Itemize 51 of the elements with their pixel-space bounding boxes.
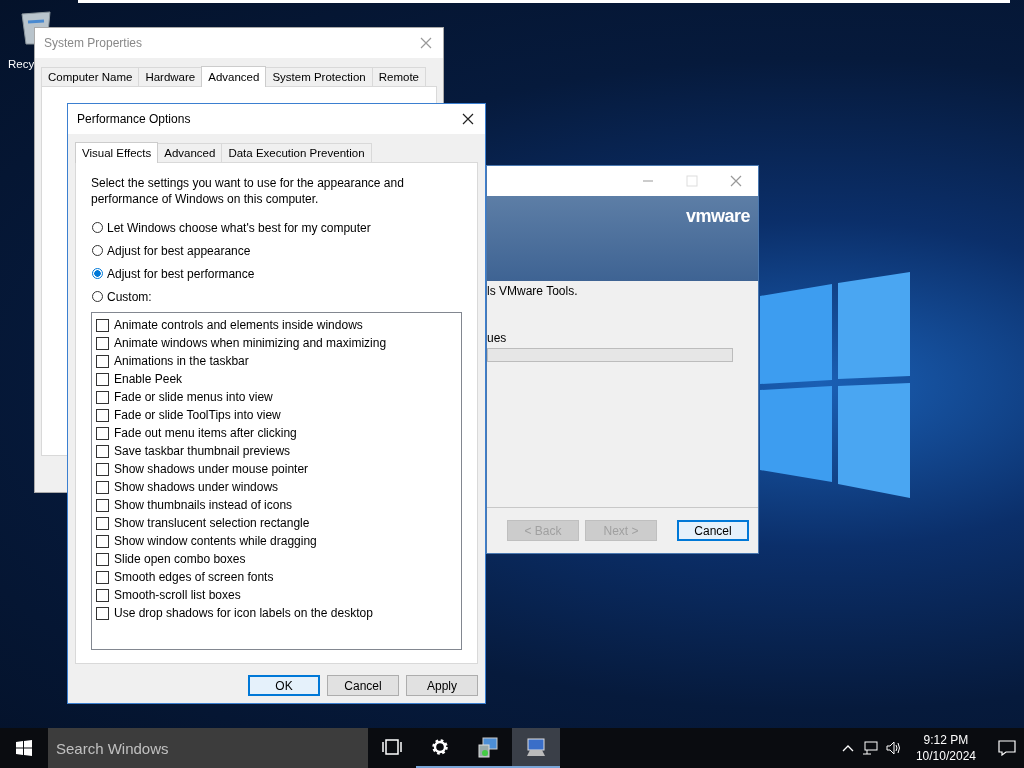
volume-icon[interactable]	[885, 741, 902, 755]
logo: vmware	[685, 206, 750, 227]
checkbox-option[interactable]: Fade out menu items after clicking	[96, 424, 457, 442]
checkbox-option[interactable]: Show shadows under mouse pointer	[96, 460, 457, 478]
checkbox-option[interactable]: Show shadows under windows	[96, 478, 457, 496]
computer-icon	[525, 736, 547, 758]
checkbox-option[interactable]: Enable Peek	[96, 370, 457, 388]
tab[interactable]: Remote	[371, 67, 426, 86]
body-text: ls VMware Tools.	[487, 284, 578, 298]
window-title: System Properties	[44, 36, 143, 50]
notifications-icon[interactable]	[998, 740, 1016, 756]
window-title: Performance Options	[77, 112, 191, 126]
chevron-up-icon[interactable]	[841, 744, 854, 752]
dialog-button[interactable]: OK	[248, 675, 320, 696]
checkbox-option[interactable]: Show window contents while dragging	[96, 532, 457, 550]
radio-option[interactable]: Adjust for best appearance	[92, 242, 462, 259]
radio-option[interactable]: Custom:	[92, 288, 462, 305]
checkbox-option[interactable]: Smooth edges of screen fonts	[96, 568, 457, 586]
network-icon[interactable]	[861, 741, 878, 755]
tab[interactable]: Computer Name	[41, 67, 140, 86]
checkbox-option[interactable]: Save taskbar thumbnail previews	[96, 442, 457, 460]
dialog-button[interactable]: Apply	[406, 675, 478, 696]
search-field[interactable]: Search Windows	[48, 728, 368, 768]
desktop-icon-label[interactable]: Recy	[8, 58, 35, 70]
checkbox-option[interactable]: Animate controls and elements inside windows	[96, 316, 457, 334]
status-text: ues	[487, 331, 507, 345]
checkbox-option[interactable]: Smooth-scroll list boxes	[96, 586, 457, 604]
tab[interactable]: Advanced	[201, 66, 267, 87]
checkbox-option[interactable]: Show translucent selection rectangle	[96, 514, 457, 532]
close-icon[interactable]	[462, 113, 474, 125]
clock-date[interactable]: 10/10/2024	[915, 748, 976, 764]
checkbox-option[interactable]: Use drop shadows for icon labels on the desktop	[96, 604, 457, 622]
tab[interactable]: Data Execution Prevention	[221, 143, 372, 162]
checkbox-option[interactable]: Show thumbnails instead of icons	[96, 496, 457, 514]
clock-time[interactable]: 9:12 PM	[923, 732, 969, 748]
checkbox-option[interactable]: Animate windows when minimizing and maximizing	[96, 334, 457, 352]
radio-option[interactable]: Let Windows choose what's best for my computer	[92, 219, 462, 236]
tab[interactable]: Visual Effects	[75, 142, 159, 163]
checkbox-option[interactable]: Animations in the taskbar	[96, 352, 457, 370]
dialog-button[interactable]: Cancel	[327, 675, 399, 696]
checkbox-option[interactable]: Fade or slide ToolTips into view	[96, 406, 457, 424]
description-text: Select the settings you want to use for the appearance and performance of Windows on this computer.	[91, 175, 405, 207]
checkbox-option[interactable]: Slide open combo boxes	[96, 550, 457, 568]
tab[interactable]: System Protection	[265, 67, 373, 86]
task-view-icon	[382, 739, 402, 755]
radio-option[interactable]: Adjust for best performance	[92, 265, 462, 282]
checkbox-option[interactable]: Fade or slide menus into view	[96, 388, 457, 406]
settings-icon	[430, 737, 450, 757]
dialog-button[interactable]: Cancel	[677, 520, 749, 541]
start-icon[interactable]	[16, 740, 32, 756]
installer-icon	[477, 736, 499, 758]
